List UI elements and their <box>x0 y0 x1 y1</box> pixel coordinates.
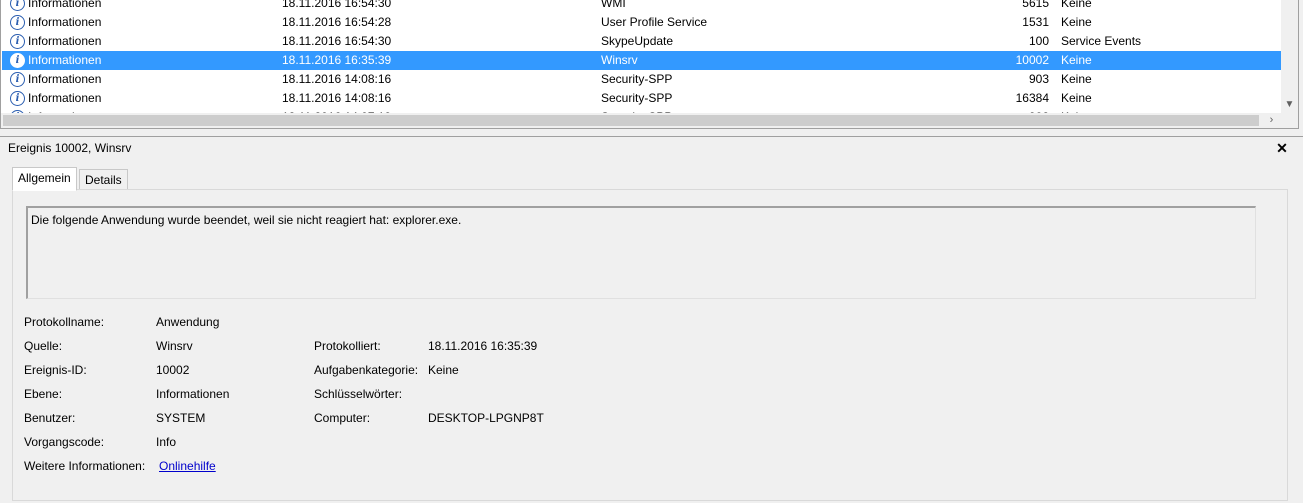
label-ereignis-id: Ereignis-ID: <box>24 363 87 377</box>
value-aufgabenkategorie: Keine <box>428 363 459 377</box>
label-benutzer: Benutzer: <box>24 411 76 425</box>
pane-splitter[interactable] <box>0 130 1303 137</box>
value-ereignis-id: 10002 <box>156 363 190 377</box>
event-category: Keine <box>1061 91 1092 105</box>
event-level: Informationen <box>28 15 102 29</box>
onlinehilfe-link[interactable]: Onlinehilfe <box>159 459 216 473</box>
event-id: 100 <box>1028 34 1049 48</box>
event-row[interactable]: i Informationen 18.11.2016 14:08:16 Securit… <box>2 70 1281 89</box>
value-quelle: Winsrv <box>156 339 193 353</box>
value-protokolliert: 18.11.2016 16:35:39 <box>428 339 538 353</box>
event-source: WMI <box>601 0 626 10</box>
label-quelle: Quelle: <box>24 339 63 353</box>
event-category: Keine <box>1061 53 1092 67</box>
horizontal-scrollbar[interactable]: › <box>1 113 1281 128</box>
event-source: User Profile Service <box>601 15 708 29</box>
event-level: Informationen <box>28 91 102 105</box>
event-id: 1531 <box>1022 15 1049 29</box>
value-ebene: Informationen <box>156 387 230 401</box>
event-source: Security-SPP <box>601 91 673 105</box>
event-row[interactable]: i Informationen 18.11.2016 16:54:30 SkypeUp… <box>2 32 1281 51</box>
detail-header: Ereignis 10002, Winsrv ✕ <box>0 137 1303 159</box>
event-row[interactable]: i Informationen 18.11.2016 16:35:39 Winsrv 1… <box>2 51 1281 70</box>
vertical-scrollbar[interactable]: ▼ <box>1281 0 1298 113</box>
close-icon[interactable]: ✕ <box>1274 137 1290 159</box>
event-date: 18.11.2016 16:54:30 <box>282 0 392 10</box>
info-icon: i <box>10 34 25 49</box>
label-aufgabenkategorie: Aufgabenkategorie: <box>314 363 419 377</box>
label-ebene: Ebene: <box>24 387 63 401</box>
value-benutzer: SYSTEM <box>156 411 206 425</box>
scrollbar-corner <box>1281 113 1298 128</box>
scroll-right-icon[interactable]: › <box>1264 113 1279 128</box>
event-source: Winsrv <box>601 53 638 67</box>
event-level: Informationen <box>28 53 102 67</box>
event-date: 18.11.2016 14:08:16 <box>282 91 392 105</box>
detail-title: Ereignis 10002, Winsrv <box>8 141 132 155</box>
label-vorgangscode: Vorgangscode: <box>24 435 105 449</box>
event-category: Service Events <box>1061 34 1142 48</box>
label-weitere-informationen: Weitere Informationen: <box>24 459 146 473</box>
value-vorgangscode: Info <box>156 435 177 449</box>
event-source: Security-SPP <box>601 72 673 86</box>
event-id: 903 <box>1028 72 1049 86</box>
info-icon: i <box>10 15 25 30</box>
event-date: 18.11.2016 16:54:30 <box>282 34 392 48</box>
event-row[interactable]: i Informationen 18.11.2016 14:08:16 Securit… <box>2 89 1281 108</box>
label-protokollname: Protokollname: <box>24 315 105 329</box>
info-icon: i <box>10 72 25 87</box>
info-icon: i <box>10 0 25 11</box>
tab-details[interactable]: Details <box>79 169 128 191</box>
value-protokollname: Anwendung <box>156 315 220 329</box>
event-category: Keine <box>1061 15 1092 29</box>
event-category: Keine <box>1061 72 1092 86</box>
event-id: 5615 <box>1022 0 1049 10</box>
event-source: SkypeUpdate <box>601 34 674 48</box>
event-level: Informationen <box>28 0 102 10</box>
event-row[interactable]: i Informationen 18.11.2016 16:54:28 User Pr… <box>2 13 1281 32</box>
event-level: Informationen <box>28 34 102 48</box>
description-text: Die folgende Anwendung wurde beendet, we… <box>31 213 462 227</box>
event-list: i Informationen 18.11.2016 16:54:30 WMI 5615… <box>0 0 1299 129</box>
event-date: 18.11.2016 14:08:16 <box>282 72 392 86</box>
event-date: 18.11.2016 16:54:28 <box>282 15 392 29</box>
event-id: 10002 <box>1015 53 1049 67</box>
tab-allgemein[interactable]: Allgemein <box>12 167 77 191</box>
event-id: 16384 <box>1015 91 1049 105</box>
event-level: Informationen <box>28 72 102 86</box>
label-computer: Computer: <box>314 411 371 425</box>
info-icon: i <box>10 53 25 68</box>
event-row[interactable]: i Informationen 18.11.2016 16:54:30 WMI 5615… <box>2 0 1281 13</box>
event-rows: i Informationen 18.11.2016 16:54:30 WMI 5615… <box>2 0 1281 127</box>
horizontal-scroll-thumb[interactable] <box>3 115 1259 126</box>
event-category: Keine <box>1061 0 1092 10</box>
scroll-down-icon[interactable]: ▼ <box>1281 96 1298 113</box>
info-icon: i <box>10 91 25 106</box>
label-protokolliert: Protokolliert: <box>314 339 381 353</box>
value-computer: DESKTOP-LPGNP8T <box>428 411 544 425</box>
event-date: 18.11.2016 16:35:39 <box>282 53 392 67</box>
description-box[interactable]: Die folgende Anwendung wurde beendet, we… <box>26 206 1256 299</box>
label-schluesselwoerter: Schlüsselwörter: <box>314 387 403 401</box>
